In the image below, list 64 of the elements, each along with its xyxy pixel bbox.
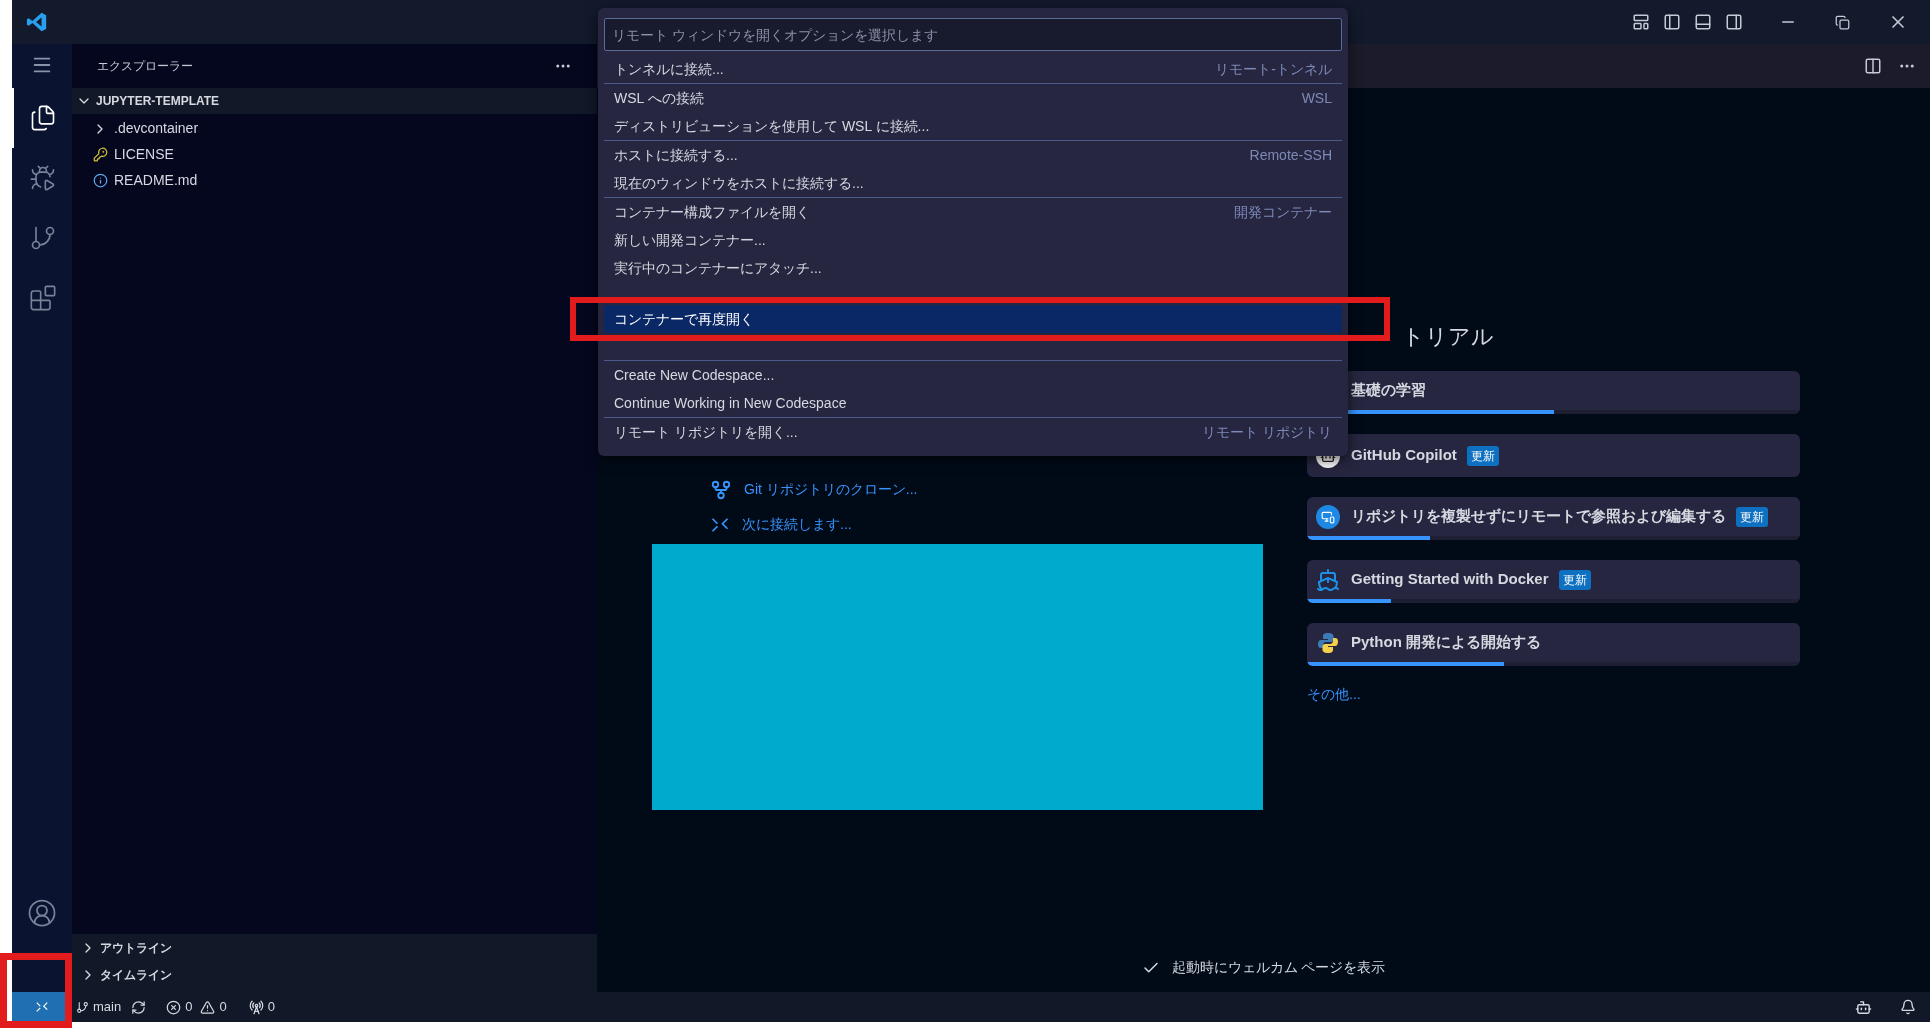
git-branch-icon [710, 478, 732, 501]
account-icon[interactable] [27, 898, 57, 928]
quick-pick-item[interactable]: 現在のウィンドウをホストに接続する... [604, 169, 1342, 197]
walkthrough-title: リポジトリを複製せずにリモートで参照および編集する [1351, 506, 1726, 527]
startup-checkbox[interactable]: 起動時にウェルカム ページを表示 [1141, 957, 1386, 978]
item-detail: 開発コンテナー [1234, 202, 1332, 222]
update-badge: 更新 [1736, 506, 1768, 527]
file-item[interactable]: LICENSE [72, 143, 597, 166]
update-badge: 更新 [1558, 569, 1591, 590]
robot-icon[interactable] [1855, 998, 1872, 1016]
quick-pick-item[interactable]: 新しい開発コンテナー... [604, 226, 1342, 254]
quick-pick-item[interactable]: WSL への接続 WSL [604, 84, 1342, 112]
file-item[interactable]: README.md [72, 169, 597, 192]
quick-pick-item[interactable]: 実行中のコンテナーにアタッチ... [604, 254, 1342, 282]
file-item[interactable]: .devcontainer [72, 117, 597, 140]
quick-pick-item[interactable]: コンテナーで再度開く [604, 305, 1342, 333]
split-editor-icon[interactable] [1864, 57, 1882, 75]
walkthrough-title: Python 開発による開始する [1351, 632, 1541, 653]
quick-pick-item[interactable]: ホストに接続する... Remote-SSH [604, 141, 1342, 169]
ports-item[interactable]: 0 [248, 997, 275, 1017]
item-detail: Remote-SSH [1249, 145, 1332, 165]
antenna-icon [248, 999, 264, 1015]
walkthrough-title: 基礎の学習 [1351, 380, 1426, 401]
start-link[interactable]: Git リポジトリのクローン... [710, 472, 1263, 507]
panel-header[interactable]: アウトライン [72, 934, 597, 961]
folder-header[interactable]: JUPYTER-TEMPLATE [72, 88, 597, 114]
item-detail: リモート-トンネル [1215, 59, 1332, 79]
start-link[interactable]: 次に接続します... [710, 507, 1263, 542]
notification-icon[interactable] [1900, 999, 1916, 1015]
extensions-icon [29, 284, 57, 312]
panel-header[interactable]: タイムライン [72, 961, 597, 988]
item-detail: WSL [1301, 88, 1332, 108]
quick-pick-item[interactable]: リモート リポジトリを開く... リモート リポジトリ [604, 418, 1342, 446]
walkthrough-card[interactable]: リポジトリを複製せずにリモートで参照および編集する 更新 [1307, 497, 1800, 540]
python-icon [1316, 630, 1340, 655]
sync-icon[interactable] [131, 999, 147, 1015]
walkthrough-card[interactable]: Getting Started with Docker 更新 [1307, 560, 1800, 603]
update-badge: 更新 [1466, 445, 1499, 466]
app-logo [26, 11, 48, 33]
panel-toggle-icon[interactable] [1694, 13, 1712, 31]
problems-item[interactable]: 0 0 [166, 997, 227, 1017]
run-icon [29, 164, 57, 192]
files-icon [29, 104, 57, 132]
warning-icon [200, 999, 216, 1015]
walkthrough-title: Getting Started with Docker [1351, 569, 1549, 590]
restore-icon[interactable] [1835, 14, 1850, 30]
more-link[interactable]: その他... [1307, 684, 1361, 705]
branch-item[interactable]: main [76, 997, 122, 1017]
branch-icon [76, 1000, 89, 1014]
layout-icon[interactable] [1632, 13, 1650, 31]
section-heading: トリアル [1401, 323, 1495, 351]
quick-pick-item[interactable]: ディストリビューションを使用して WSL に接続... [604, 112, 1342, 140]
error-icon [166, 999, 182, 1015]
walkthrough-card[interactable]: Python 開発による開始する [1307, 623, 1800, 666]
sidebar-toggle-icon[interactable] [1663, 13, 1681, 31]
sidebar-title: エクスプローラー [97, 58, 193, 75]
quick-pick-item[interactable]: コンテナー構成ファイルを開く 開発コンテナー [604, 198, 1342, 226]
scm-icon [29, 224, 57, 252]
info-icon [92, 173, 108, 188]
key-icon [92, 147, 108, 162]
quick-pick-item[interactable]: トンネルに接続... リモート-トンネル [604, 55, 1342, 83]
walkthrough-title: GitHub Copilot [1351, 445, 1457, 466]
quick-pick-input[interactable]: リモート ウィンドウを開くオプションを選択します [604, 18, 1342, 51]
secondary-sidebar-icon[interactable] [1725, 13, 1743, 31]
